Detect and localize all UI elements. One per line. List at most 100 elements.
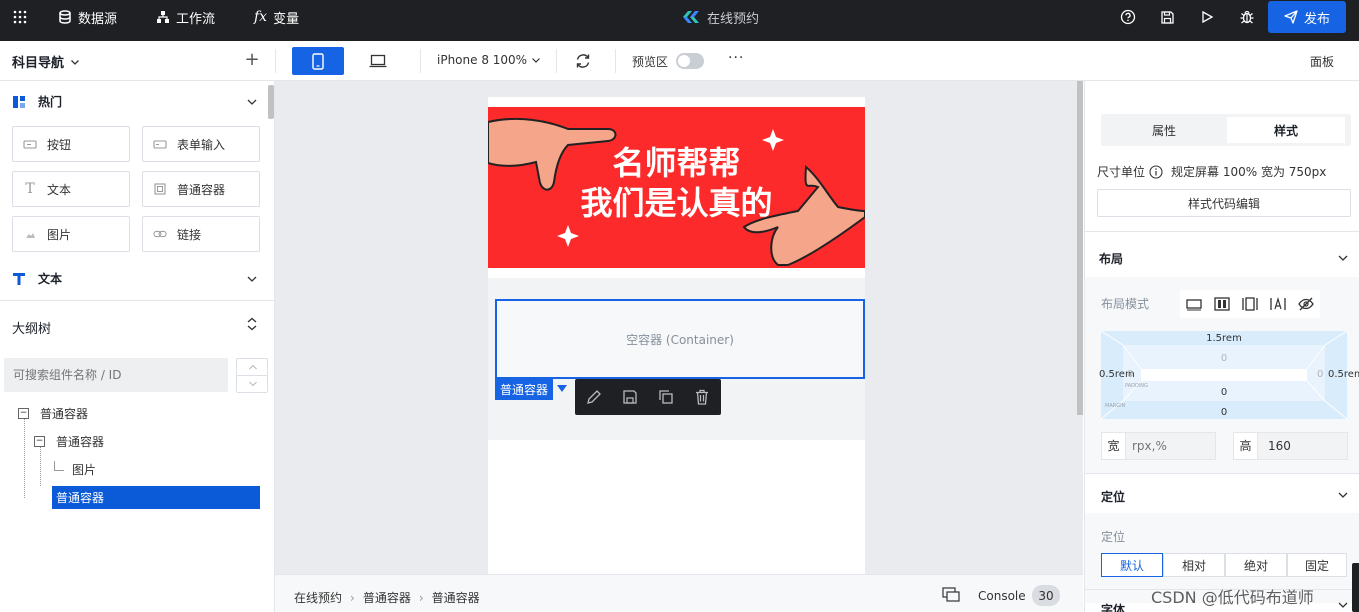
run-icon[interactable]	[1200, 0, 1214, 34]
chevron-down-icon[interactable]	[1337, 599, 1349, 611]
collapse-node-icon[interactable]: −	[18, 407, 29, 419]
text-section-title: 文本	[38, 272, 63, 286]
database-icon	[59, 10, 71, 24]
breadcrumb-item[interactable]: 普通容器	[432, 589, 480, 606]
hidden-eye-icon[interactable]	[1298, 297, 1314, 311]
nav-title-dropdown[interactable]: 科目导航	[12, 52, 80, 71]
variable-menu[interactable]: fx 变量	[254, 0, 299, 34]
chevron-down-icon[interactable]	[248, 380, 258, 388]
component-text[interactable]: T 文本	[12, 171, 130, 207]
canvas-scrollbar[interactable]	[1077, 81, 1083, 415]
padding-left-value[interactable]: 0	[1127, 369, 1133, 380]
style-code-edit-button[interactable]: 样式代码编辑	[1097, 189, 1351, 217]
padding-right-value[interactable]: 0	[1317, 369, 1323, 380]
component-label: 图片	[47, 227, 72, 242]
component-image[interactable]: 图片	[12, 216, 130, 252]
box-model-diagram	[1101, 331, 1347, 419]
component-label: 普通容器	[177, 182, 226, 197]
position-option-default[interactable]: 默认	[1101, 553, 1163, 577]
tree-node[interactable]: − 普通容器	[18, 402, 88, 424]
copy-icon[interactable]	[657, 388, 675, 406]
search-stepper[interactable]	[236, 358, 268, 393]
component-form-input[interactable]: 表单输入	[142, 126, 260, 162]
breadcrumb-item[interactable]: 普通容器	[363, 589, 411, 606]
tab-properties[interactable]: 属性	[1105, 117, 1223, 143]
layout-mode-label: 布局模式	[1101, 297, 1150, 311]
top-bar: 数据源 工作流 fx 变量 在线预约 发布	[0, 0, 1359, 41]
datasource-label: 数据源	[78, 11, 118, 27]
tree-node-label: 普通容器	[40, 406, 89, 421]
layout-section-header[interactable]: 布局	[1085, 231, 1359, 277]
width-label: 宽	[1102, 433, 1126, 459]
breadcrumb-item[interactable]: 在线预约	[294, 589, 342, 606]
empty-container-selected[interactable]: 空容器 (Container)	[495, 299, 865, 379]
tree-node-label: 普通容器	[56, 491, 105, 505]
chevron-right-icon: ›	[418, 590, 424, 605]
mobile-view-button[interactable]	[292, 47, 344, 75]
workflow-menu[interactable]: 工作流	[156, 0, 215, 34]
design-canvas: 名师帮帮 我们是认真的 空容器 (Container) 普通容器	[275, 81, 1083, 574]
component-button[interactable]: 按钮	[12, 126, 130, 162]
panel-toggle[interactable]: 面板	[1310, 53, 1334, 70]
debug-bug-icon[interactable]	[1239, 0, 1255, 34]
help-icon[interactable]	[1120, 0, 1136, 34]
block-layout-icon[interactable]	[1186, 297, 1202, 311]
component-label: 链接	[177, 227, 202, 242]
scrollbar-thumb[interactable]	[268, 85, 274, 119]
datasource-menu[interactable]: 数据源	[58, 0, 117, 34]
collapse-node-icon[interactable]: −	[34, 435, 45, 447]
banner-image[interactable]: 名师帮帮 我们是认真的	[488, 107, 865, 268]
publish-button[interactable]: 发布	[1268, 1, 1346, 33]
width-input[interactable]	[1126, 439, 1215, 453]
tab-style[interactable]: 样式	[1227, 117, 1345, 143]
desktop-view-button[interactable]	[361, 47, 395, 75]
tree-node[interactable]: 图片	[54, 458, 96, 480]
component-container[interactable]: 普通容器	[142, 171, 260, 207]
chevron-up-icon[interactable]	[248, 363, 258, 371]
position-section-header[interactable]: 定位	[1085, 473, 1359, 513]
tree-node-selected[interactable]: 普通容器	[52, 486, 260, 509]
chevron-down-icon[interactable]	[246, 96, 258, 108]
tree-node[interactable]: − 普通容器	[34, 430, 104, 452]
add-page-button[interactable]: +	[244, 49, 260, 70]
padding-caption: PADDING	[1125, 383, 1148, 389]
hot-section-header[interactable]: 热门	[12, 93, 62, 110]
apps-grid-icon[interactable]	[12, 0, 28, 34]
position-option-relative[interactable]: 相对	[1163, 553, 1225, 577]
text-section-header[interactable]: 文本	[12, 270, 62, 287]
delete-trash-icon[interactable]	[693, 388, 711, 406]
app-logo-icon	[683, 11, 699, 23]
height-input[interactable]: 160	[1258, 439, 1291, 453]
collapse-expand-icon[interactable]	[246, 317, 258, 331]
preview-toggle[interactable]	[676, 53, 704, 69]
selected-component-tag[interactable]: 普通容器	[495, 379, 553, 400]
input-icon	[153, 137, 167, 151]
margin-bottom-value[interactable]: 0	[1101, 407, 1347, 418]
edit-pencil-icon[interactable]	[585, 388, 603, 406]
caret-down-icon[interactable]	[557, 385, 567, 393]
panel-scrollbar[interactable]	[1352, 563, 1359, 612]
padding-top-value[interactable]: 0	[1101, 353, 1347, 364]
outline-search-input[interactable]	[4, 358, 228, 392]
chevron-down-icon	[1338, 492, 1348, 498]
flex-layout-icon[interactable]	[1214, 297, 1230, 311]
inline-block-layout-icon[interactable]	[1242, 297, 1258, 311]
more-options-button[interactable]: ···	[728, 50, 744, 66]
margin-right-value[interactable]: 0.5rem	[1328, 369, 1359, 380]
position-option-absolute[interactable]: 绝对	[1225, 553, 1287, 577]
console-label[interactable]: Console	[978, 589, 1026, 603]
margin-top-value[interactable]: 1.5rem	[1101, 333, 1347, 344]
component-link[interactable]: 链接	[142, 216, 260, 252]
inline-text-layout-icon[interactable]	[1270, 297, 1286, 311]
container-icon	[153, 182, 167, 196]
screens-icon[interactable]	[942, 587, 961, 603]
refresh-icon[interactable]	[574, 52, 592, 73]
app-title-text: 在线预约	[707, 11, 760, 27]
chevron-down-icon[interactable]	[246, 273, 258, 285]
font-section-title[interactable]: 字体	[1101, 601, 1125, 612]
device-select[interactable]: iPhone 8 100%	[437, 53, 541, 67]
info-icon[interactable]	[1149, 164, 1163, 179]
position-option-fixed[interactable]: 固定	[1287, 553, 1347, 577]
save-template-icon[interactable]	[621, 388, 639, 406]
save-icon[interactable]	[1160, 0, 1175, 34]
